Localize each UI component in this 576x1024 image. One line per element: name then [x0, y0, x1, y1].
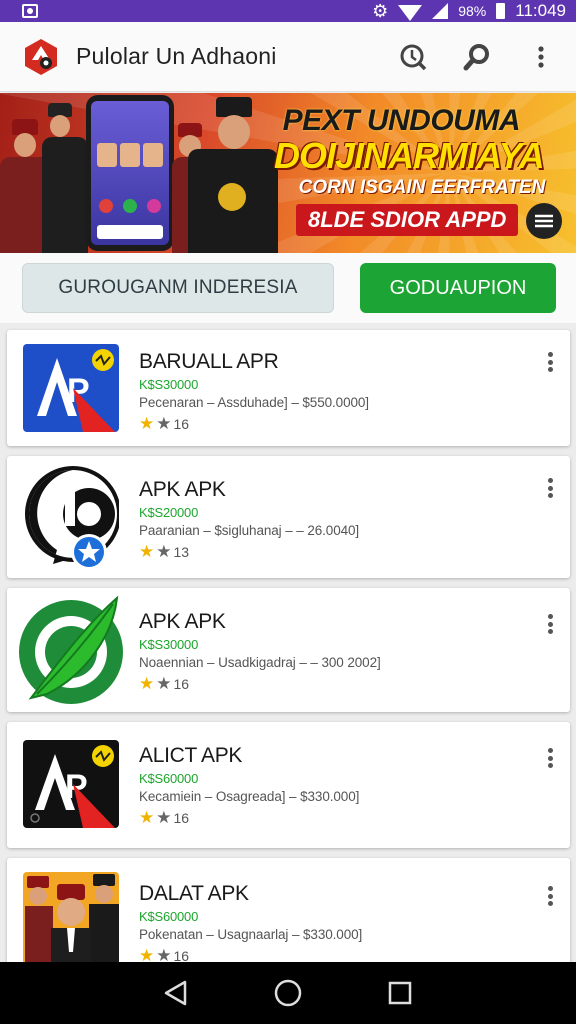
app-description: Paaranian – $sigluhanaj – – 26.0040]	[139, 523, 360, 538]
banner-person	[182, 93, 278, 253]
ap-black-red-icon: P	[23, 740, 119, 828]
app-price: K$S20000	[139, 505, 199, 520]
secondary-button[interactable]: GUROUGANM INDERESIA	[22, 263, 334, 313]
download-history-button[interactable]	[394, 38, 432, 76]
app-price: K$S60000	[139, 909, 199, 924]
rating-value: 16	[173, 810, 190, 826]
app-price: K$S60000	[139, 771, 199, 786]
status-bar: ⚙ 98% 11:049	[0, 0, 576, 22]
battery-percent: 98%	[458, 3, 487, 19]
action-row: GUROUGANM INDERESIA GODUAUPION	[0, 253, 576, 323]
banner-headline-2: DOIJINARMIAYA	[274, 135, 545, 176]
item-more-button[interactable]	[540, 474, 560, 502]
star-filled-icon: ★	[139, 808, 155, 827]
item-more-button[interactable]	[540, 744, 560, 772]
item-more-button[interactable]	[540, 348, 560, 376]
home-button[interactable]	[266, 971, 310, 1015]
ap-blue-red-icon: P	[23, 344, 119, 432]
list-item[interactable]: DALAT APK K$S60000 Pokenatan – Usagnaarl…	[7, 858, 570, 968]
recents-icon	[388, 981, 412, 1005]
star-filled-icon: ★	[139, 542, 155, 561]
app-rating: ★ ★ 13	[139, 542, 189, 562]
app-rating: ★ ★ 16	[139, 808, 189, 828]
banner-phone-image	[86, 95, 174, 251]
star-empty-icon: ★	[156, 674, 172, 693]
app-bar: Pulolar Un Adhaoni	[0, 22, 576, 92]
list-item[interactable]: APK APK K$S20000 Paaranian – $sigluhanaj…	[7, 456, 570, 578]
banner-cta-label: 8LDE SDIOR APPD	[296, 204, 519, 236]
app-name: BARUALL APR	[139, 350, 279, 373]
promo-banner[interactable]: PEXT UNDOUMA DOIJINARMIAYA CORN ISGAIN E…	[0, 93, 576, 253]
app-bar-actions	[394, 38, 560, 76]
uniformed-men-photo-icon	[23, 872, 119, 968]
home-icon	[274, 979, 302, 1007]
star-filled-icon: ★	[139, 674, 155, 693]
star-empty-icon: ★	[156, 542, 172, 561]
system-nav-bar	[0, 962, 576, 1024]
item-more-button[interactable]	[540, 882, 560, 910]
screen: ⚙ 98% 11:049 Pulolar Un Adhaoni PEXT UND…	[0, 0, 576, 1024]
status-right: ⚙ 98% 11:049	[372, 1, 566, 21]
search-icon	[463, 43, 489, 70]
app-description: Noaennian – Usadkigadraj – – 300 2002]	[139, 655, 381, 670]
app-price: K$S30000	[139, 637, 199, 652]
rating-value: 16	[173, 676, 190, 692]
page-title: Pulolar Un Adhaoni	[76, 43, 277, 69]
rating-value: 16	[173, 416, 190, 432]
gear-icon: ⚙	[372, 1, 389, 21]
primary-download-button[interactable]: GODUAUPION	[360, 263, 556, 313]
list-item[interactable]: P ALICT APK K$S60000 Kecamiein – Osagrea…	[7, 722, 570, 848]
banner-headline-1: PEXT UNDOUMA	[282, 104, 521, 137]
app-description: Kecamiein – Osagreada] – $330.000]	[139, 789, 360, 804]
app-description: Pecenaran – Assduhade] – $550.0000]	[139, 395, 369, 410]
back-icon	[164, 980, 187, 1006]
more-vert-icon	[538, 45, 544, 68]
star-empty-icon: ★	[156, 808, 172, 827]
list-item[interactable]: APK APK K$S30000 Noaennian – Usadkigadra…	[7, 588, 570, 712]
app-description: Pokenatan – Usagnaarlaj – $330.000]	[139, 927, 363, 942]
app-price: K$S30000	[139, 377, 199, 392]
download-history-icon	[400, 44, 427, 70]
app-rating: ★ ★ 16	[139, 674, 189, 694]
list-item[interactable]: P BARUALL APR K$S30000 Pecenaran – Assdu…	[7, 330, 570, 446]
rating-value: 13	[173, 544, 190, 560]
more-options-button[interactable]	[522, 38, 560, 76]
banner-person	[42, 103, 92, 253]
banner-subheadline: CORN ISGAIN EERFRATEN	[298, 177, 546, 198]
app-name: APK APK	[139, 610, 226, 633]
app-name: ALICT APK	[139, 744, 243, 767]
star-empty-icon: ★	[156, 414, 172, 433]
item-more-button[interactable]	[540, 610, 560, 638]
banner-badge-icon	[526, 203, 562, 239]
app-rating: ★ ★ 16	[139, 414, 189, 434]
notification-icon	[22, 4, 38, 18]
app-name: DALAT APK	[139, 882, 249, 905]
back-button[interactable]	[154, 971, 198, 1015]
recents-button[interactable]	[378, 971, 422, 1015]
battery-icon	[496, 3, 506, 19]
wifi-icon	[398, 5, 423, 21]
green-leaf-circle-icon	[17, 594, 127, 706]
search-button[interactable]	[458, 38, 496, 76]
app-name: APK APK	[139, 478, 226, 501]
app-logo-icon	[22, 38, 60, 76]
black-speech-bubble-icon	[23, 466, 121, 570]
status-time: 11:049	[515, 1, 566, 20]
signal-icon	[432, 3, 449, 19]
star-filled-icon: ★	[139, 414, 155, 433]
